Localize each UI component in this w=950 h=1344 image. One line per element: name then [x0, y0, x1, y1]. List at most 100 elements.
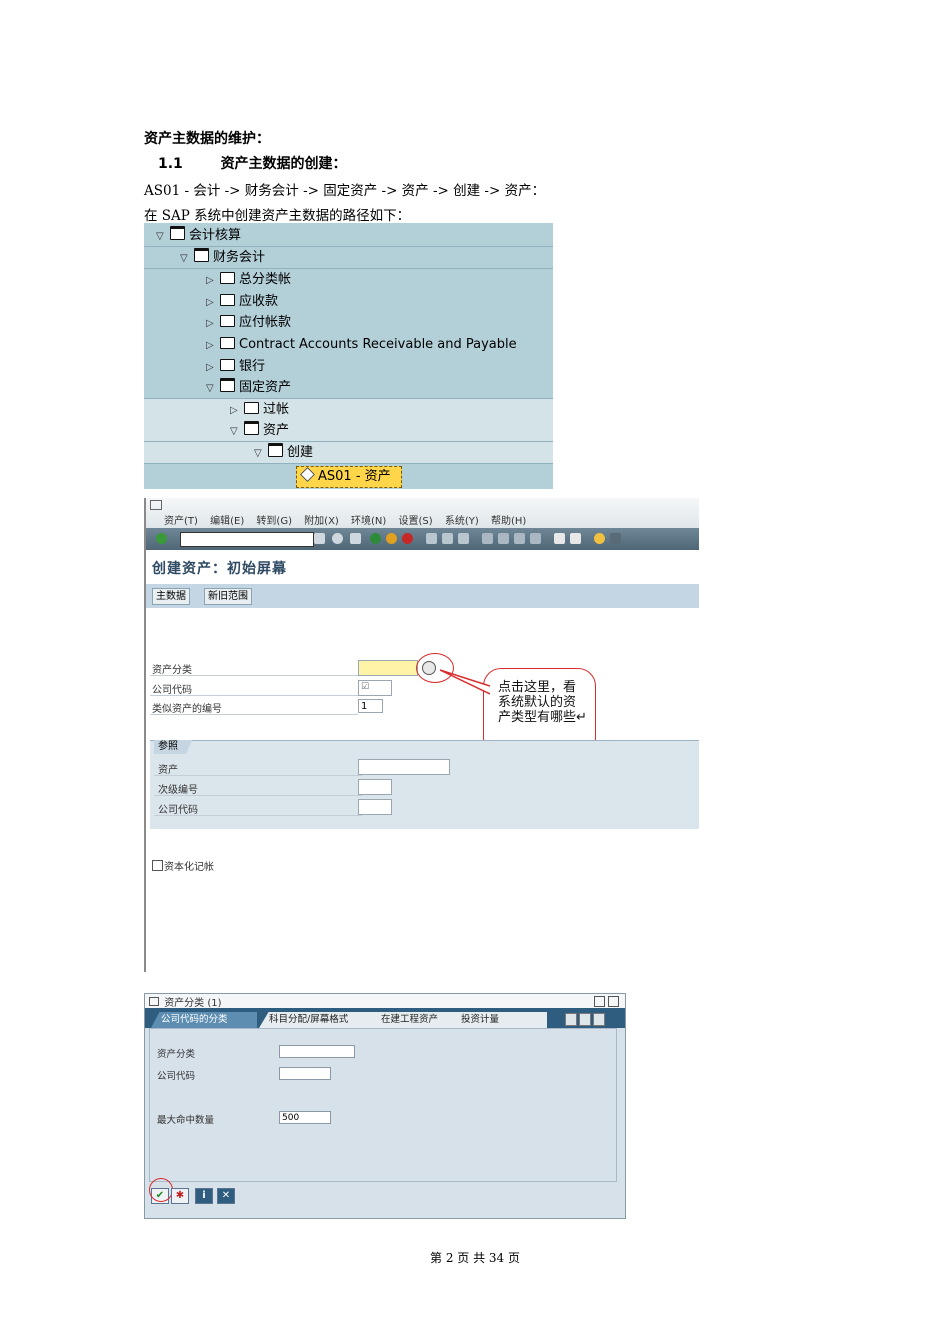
tab-investment-measure[interactable]: 投资计量 — [451, 1012, 547, 1028]
exit-icon[interactable] — [386, 533, 397, 544]
similar-assets-input[interactable]: 1 — [358, 699, 383, 713]
menu-help[interactable]: 帮助(H) — [491, 516, 526, 527]
new-session-icon[interactable] — [554, 533, 565, 544]
tree-item[interactable]: ▷ 过帐 — [144, 399, 553, 420]
company-code-label: 公司代码 — [152, 685, 192, 696]
ref-asset-input[interactable] — [358, 759, 450, 775]
field-divider — [150, 714, 358, 715]
dialog-company-code-label: 公司代码 — [157, 1071, 196, 1082]
history-icon[interactable] — [332, 533, 343, 544]
tab-account-assignment[interactable]: 科目分配/屏幕格式 — [259, 1012, 379, 1028]
standard-toolbar — [146, 528, 699, 550]
minimize-icon[interactable] — [594, 996, 605, 1007]
tree-item[interactable]: ▽ 固定资产 — [144, 377, 553, 399]
folder-icon — [220, 294, 235, 306]
last-page-icon[interactable] — [530, 533, 541, 544]
tree-item[interactable]: ▷ 应付帐款 — [144, 312, 553, 333]
reference-group-tab: 参照 — [154, 740, 192, 754]
old-new-range-button[interactable]: 新旧范围 — [204, 588, 252, 605]
find-icon[interactable] — [442, 533, 453, 544]
first-page-icon[interactable] — [482, 533, 493, 544]
dialog-company-code-input[interactable] — [279, 1067, 331, 1080]
menu-goto[interactable]: 转到(G) — [256, 516, 292, 527]
tab-scroll-right-icon[interactable] — [579, 1013, 591, 1026]
save-icon[interactable] — [350, 533, 361, 544]
expand-icon[interactable]: ▷ — [206, 313, 220, 334]
collapse-icon[interactable]: ▽ — [254, 443, 268, 464]
info-icon[interactable]: i — [195, 1188, 213, 1204]
transaction-as01[interactable]: AS01 - 资产 — [296, 466, 402, 488]
dialog-content — [149, 1028, 617, 1182]
tree-item[interactable]: ▷ 总分类帐 — [144, 269, 553, 290]
window-icon — [149, 997, 159, 1006]
ref-sub-number-label: 次级编号 — [158, 785, 198, 796]
collapse-icon[interactable]: ▽ — [156, 226, 170, 247]
similar-assets-label: 类似资产的编号 — [152, 704, 222, 715]
expand-icon[interactable]: ▷ — [206, 335, 220, 356]
tab-company-code-class[interactable]: 公司代码的分类 — [151, 1012, 257, 1028]
expand-icon[interactable]: ▷ — [230, 400, 244, 421]
tree-item-label: 固定资产 — [239, 380, 292, 395]
tree-item-label: 过帐 — [263, 402, 290, 417]
ref-company-code-input[interactable] — [358, 799, 392, 815]
find-next-icon[interactable] — [458, 533, 469, 544]
tree-item[interactable]: ▽ 财务会计 — [144, 247, 553, 269]
menu-system[interactable]: 系统(Y) — [445, 516, 479, 527]
tree-item[interactable]: ▽ 创建 — [144, 442, 553, 464]
layout-icon[interactable] — [610, 533, 621, 544]
command-field[interactable] — [180, 532, 314, 547]
tree-item[interactable]: ▷ 银行 — [144, 356, 553, 377]
tab-auc[interactable]: 在建工程资产 — [371, 1012, 459, 1028]
expand-icon[interactable]: ▷ — [206, 292, 220, 313]
required-check-icon: ☑ — [361, 682, 370, 692]
folder-open-icon — [194, 248, 209, 262]
sap-create-asset-screen: 资产(T) 编辑(E) 转到(G) 附加(X) 环境(N) 设置(S) 系统(Y… — [144, 498, 699, 972]
maximize-icon[interactable] — [608, 996, 619, 1007]
tree-item-label: 应付帐款 — [239, 315, 292, 330]
dialog-max-hits-label: 最大命中数量 — [157, 1115, 215, 1126]
folder-open-icon — [244, 421, 259, 435]
field-divider — [154, 775, 362, 776]
tree-item[interactable]: ▽ 资产 — [144, 420, 553, 442]
expand-icon[interactable]: ▷ — [206, 357, 220, 378]
capitalize-checkbox[interactable] — [152, 860, 163, 871]
dialog-max-hits-input[interactable]: 500 — [279, 1111, 331, 1124]
menu-edit[interactable]: 编辑(E) — [210, 516, 244, 527]
back-icon[interactable] — [370, 533, 381, 544]
collapse-icon[interactable]: ▽ — [180, 248, 194, 269]
company-code-input[interactable]: ☑ — [358, 680, 392, 696]
menu-environment[interactable]: 环境(N) — [351, 516, 386, 527]
menu-extras[interactable]: 附加(X) — [304, 516, 339, 527]
folder-open-icon — [268, 443, 283, 457]
tree-item[interactable]: ▷ 应收款 — [144, 291, 553, 312]
dialog-asset-class-input[interactable] — [279, 1045, 355, 1058]
tree-item[interactable]: ▽ 会计核算 — [144, 225, 553, 247]
collapse-icon[interactable]: ▽ — [230, 421, 244, 442]
dropdown-icon[interactable] — [314, 533, 325, 544]
menu-asset[interactable]: 资产(T) — [164, 516, 198, 527]
tree-item[interactable]: ▷ Contract Accounts Receivable and Payabl… — [144, 334, 553, 355]
highlight-circle — [149, 1178, 173, 1202]
menu-settings[interactable]: 设置(S) — [399, 516, 433, 527]
master-data-button[interactable]: 主数据 — [152, 588, 190, 605]
shortcut-icon[interactable] — [570, 533, 581, 544]
menu-path-line: AS01 - 会计 -> 财务会计 -> 固定资产 -> 资产 -> 创建 ->… — [144, 183, 546, 199]
print-icon[interactable] — [426, 533, 437, 544]
ref-company-code-label: 公司代码 — [158, 805, 198, 816]
search-restrict-icon[interactable]: ✱ — [171, 1188, 189, 1204]
next-page-icon[interactable] — [514, 533, 525, 544]
tab-scroll-left-icon[interactable] — [565, 1013, 577, 1026]
cancel-icon[interactable] — [402, 533, 413, 544]
expand-icon[interactable]: ▷ — [206, 270, 220, 291]
ref-sub-number-input[interactable] — [358, 779, 392, 795]
previous-page-icon[interactable] — [498, 533, 509, 544]
collapse-icon[interactable]: ▽ — [206, 378, 220, 399]
cancel-icon[interactable]: ✕ — [217, 1188, 235, 1204]
callout-pointer — [439, 669, 490, 695]
folder-open-icon — [170, 226, 185, 240]
asset-class-input[interactable] — [358, 660, 418, 676]
help-icon[interactable] — [594, 533, 605, 544]
tab-list-icon[interactable] — [593, 1013, 605, 1026]
enter-icon[interactable] — [156, 533, 167, 544]
dialog-tabs: 公司代码的分类 科目分配/屏幕格式 在建工程资产 投资计量 — [145, 1008, 625, 1028]
